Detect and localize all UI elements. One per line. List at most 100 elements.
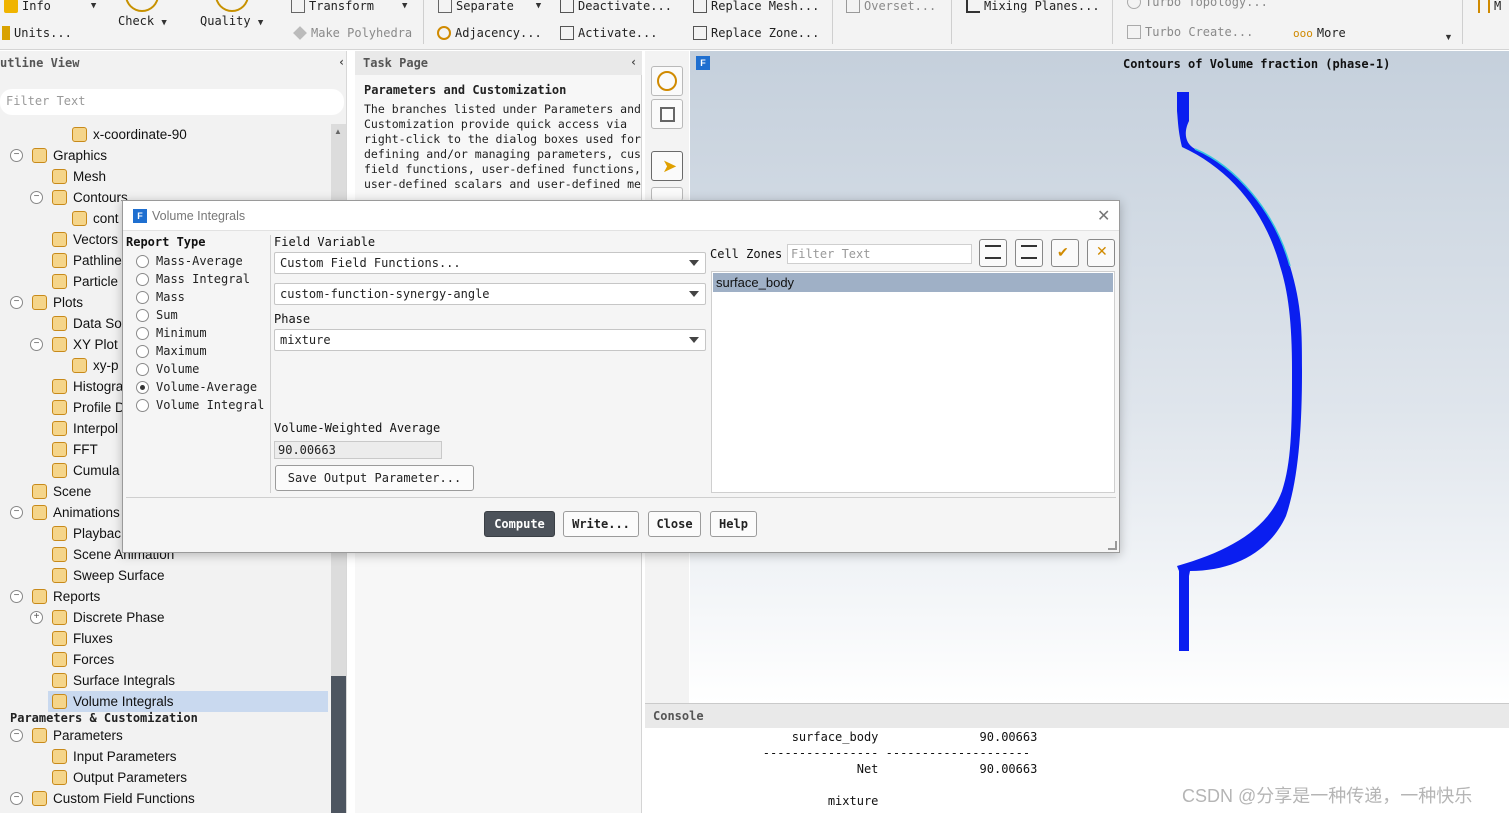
mixing-planes-button[interactable]: Mixing Planes... bbox=[966, 0, 1100, 13]
scroll-up-icon[interactable]: ▲ bbox=[334, 127, 342, 136]
outline-scrollbar-thumb[interactable] bbox=[331, 676, 346, 813]
tree-item[interactable]: − Parameters bbox=[0, 725, 330, 746]
tree-item[interactable]: − Custom Field Functions bbox=[0, 788, 330, 809]
report-type-radio[interactable]: Minimum bbox=[136, 325, 207, 341]
tree-item[interactable]: − Reports bbox=[0, 586, 330, 607]
tree-item[interactable]: + Discrete Phase bbox=[0, 607, 330, 628]
outline-filter-input[interactable]: Filter Text bbox=[0, 89, 344, 115]
check-button[interactable]: Check ▼ bbox=[118, 0, 167, 28]
turbo-topology-button[interactable]: Turbo Topology... bbox=[1127, 0, 1268, 9]
resize-grip-icon[interactable] bbox=[1108, 541, 1117, 550]
collapse-icon[interactable]: − bbox=[10, 729, 23, 742]
make-polyhedra-button[interactable]: Make Polyhedra bbox=[293, 26, 412, 40]
select-pointer-button[interactable]: ➤ bbox=[651, 151, 683, 181]
compute-button[interactable]: Compute bbox=[484, 511, 555, 537]
activate-button[interactable]: Activate... bbox=[560, 26, 657, 40]
info-menu[interactable]: Info ▼ bbox=[4, 0, 96, 13]
collapse-icon[interactable]: − bbox=[10, 296, 23, 309]
cell-zones-list[interactable]: surface_body bbox=[711, 271, 1115, 493]
collapse-icon[interactable]: − bbox=[30, 338, 43, 351]
close-button[interactable]: Close bbox=[648, 511, 701, 537]
report-type-radio[interactable]: Mass-Average bbox=[136, 253, 243, 269]
rotate-button[interactable] bbox=[651, 187, 683, 201]
result-value-field[interactable]: 90.00663 bbox=[274, 441, 442, 459]
report-type-radio[interactable]: Volume Integral bbox=[136, 397, 264, 413]
ribbon-overflow-button[interactable]: M bbox=[1478, 0, 1501, 13]
replace-mesh-button[interactable]: Replace Mesh... bbox=[693, 0, 819, 13]
tree-item[interactable]: Forces bbox=[0, 649, 330, 670]
volume-fraction-contour bbox=[1177, 92, 1302, 651]
tree-node-icon bbox=[52, 337, 67, 352]
tree-item[interactable]: − Graphics bbox=[0, 145, 330, 166]
tree-item[interactable]: Volume Integrals bbox=[48, 691, 328, 712]
tree-node-icon bbox=[52, 316, 67, 331]
phase-dropdown[interactable]: mixture bbox=[274, 329, 706, 351]
tree-node-icon bbox=[32, 148, 47, 163]
tree-item[interactable]: x-coordinate-90 bbox=[0, 124, 330, 145]
list-select-icon bbox=[985, 245, 1001, 259]
deselect-all-zones-button[interactable]: ✕ bbox=[1087, 239, 1115, 267]
radio-button[interactable] bbox=[136, 308, 149, 322]
cell-zone-item[interactable]: surface_body bbox=[713, 273, 1113, 292]
units-button[interactable]: Units... bbox=[2, 26, 72, 40]
radio-button[interactable] bbox=[136, 380, 149, 394]
fluent-logo-icon: F bbox=[133, 209, 147, 223]
dialog-titlebar[interactable]: F Volume Integrals ✕ bbox=[123, 201, 1119, 231]
collapse-icon[interactable]: − bbox=[30, 191, 43, 204]
report-type-radio[interactable]: Mass bbox=[136, 289, 185, 305]
report-type-radio[interactable]: Sum bbox=[136, 307, 178, 323]
transform-menu[interactable]: Transform ▼ bbox=[291, 0, 407, 13]
tree-item[interactable]: Surface Integrals bbox=[0, 670, 330, 691]
quality-button[interactable]: Quality ▼ bbox=[200, 0, 263, 28]
collapse-icon[interactable]: − bbox=[10, 792, 23, 805]
turbo-create-button[interactable]: Turbo Create... bbox=[1127, 25, 1253, 39]
console-line: ---------------- -------------------- bbox=[705, 746, 1031, 760]
list-view-button[interactable] bbox=[1015, 239, 1043, 267]
report-type-radio[interactable]: Mass Integral bbox=[136, 271, 250, 287]
overset-button[interactable]: Overset... bbox=[846, 0, 936, 13]
write-button[interactable]: Write... bbox=[563, 511, 639, 537]
tree-item[interactable]: Sweep Surface bbox=[0, 565, 330, 586]
tree-item[interactable]: Input Parameters bbox=[0, 746, 330, 767]
select-all-zones-button[interactable] bbox=[979, 239, 1007, 267]
adjacency-button[interactable]: Adjacency... bbox=[437, 26, 542, 40]
separate-menu[interactable]: Separate ▼ bbox=[438, 0, 541, 13]
tree-item[interactable]: Fluxes bbox=[0, 628, 330, 649]
replace-zone-button[interactable]: Replace Zone... bbox=[693, 26, 819, 40]
radio-button[interactable] bbox=[136, 254, 149, 268]
report-type-radio[interactable]: Volume-Average bbox=[136, 379, 257, 395]
radio-button[interactable] bbox=[136, 326, 149, 340]
collapse-icon[interactable]: − bbox=[10, 590, 23, 603]
expand-icon[interactable]: + bbox=[30, 611, 43, 624]
field-function-dropdown[interactable]: custom-function-synergy-angle bbox=[274, 283, 706, 305]
report-type-radio[interactable]: Maximum bbox=[136, 343, 207, 359]
report-type-radio[interactable]: Volume bbox=[136, 361, 199, 377]
collapse-panel-icon[interactable]: ‹ bbox=[630, 55, 637, 69]
more-button[interactable]: ooo More bbox=[1293, 26, 1346, 40]
tree-item[interactable]: Output Parameters bbox=[0, 767, 330, 788]
deactivate-button[interactable]: Deactivate... bbox=[560, 0, 672, 13]
tree-item-label: Interpol bbox=[73, 421, 119, 436]
radio-button[interactable] bbox=[136, 272, 149, 286]
collapse-icon[interactable]: − bbox=[10, 149, 23, 162]
tree-item[interactable]: Mesh bbox=[0, 166, 330, 187]
collapse-panel-icon[interactable]: ‹ bbox=[338, 55, 345, 69]
help-button[interactable]: Help bbox=[710, 511, 757, 537]
ribbon-collapse-chevron-icon[interactable]: ▼ bbox=[1444, 32, 1453, 42]
radio-button[interactable] bbox=[136, 290, 149, 304]
radio-label: Volume bbox=[156, 362, 200, 376]
tree-node-icon bbox=[52, 400, 67, 415]
check-all-zones-button[interactable]: ✔ bbox=[1051, 239, 1079, 267]
radio-button[interactable] bbox=[136, 398, 149, 412]
cell-zones-filter-input[interactable]: Filter Text bbox=[787, 244, 972, 264]
fit-view-button[interactable] bbox=[651, 66, 683, 96]
save-output-parameter-button[interactable]: Save Output Parameter... bbox=[275, 465, 474, 491]
list-icon bbox=[1021, 245, 1037, 259]
radio-button[interactable] bbox=[136, 362, 149, 376]
collapse-icon[interactable]: − bbox=[10, 506, 23, 519]
radio-button[interactable] bbox=[136, 344, 149, 358]
field-variable-dropdown[interactable]: Custom Field Functions... bbox=[274, 252, 706, 274]
close-icon[interactable]: ✕ bbox=[1097, 206, 1110, 226]
chevron-down-icon: ▼ bbox=[257, 18, 264, 28]
iso-view-button[interactable] bbox=[651, 99, 683, 129]
